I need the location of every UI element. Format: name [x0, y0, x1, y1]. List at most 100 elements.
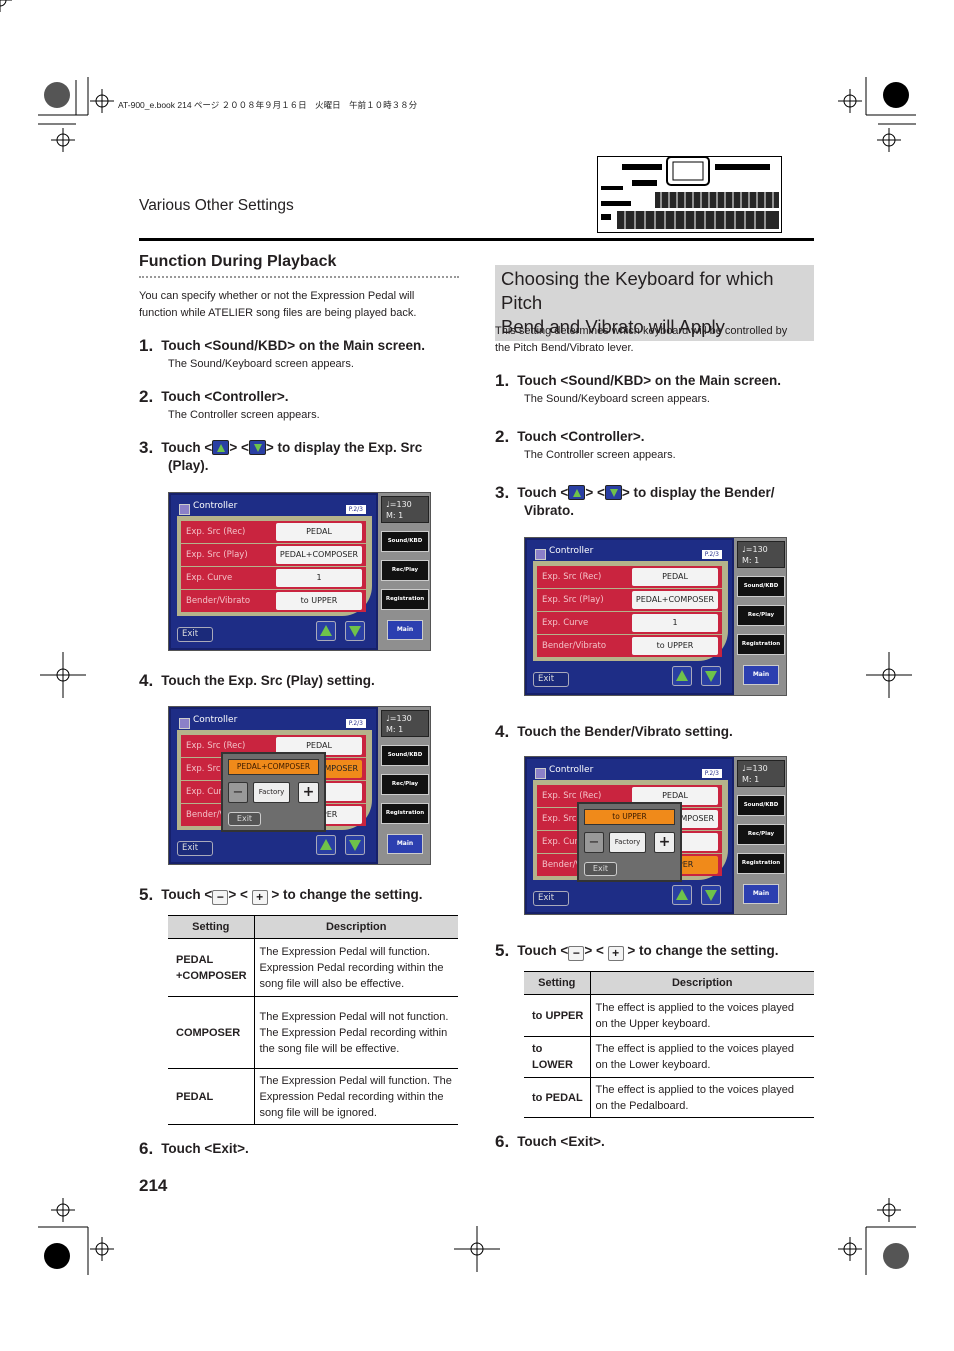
tempo-display: ♩=130 M: 1	[381, 496, 429, 523]
setting-value-button[interactable]: 1	[632, 614, 718, 632]
section-header: Various Other Settings	[139, 197, 294, 214]
step-text: Touch <	[517, 485, 569, 500]
down-arrow-button[interactable]	[345, 835, 365, 855]
rec-play-button[interactable]: Rec/Play	[737, 605, 785, 626]
setting-line: +COMPOSER	[176, 969, 247, 982]
left-step-6: 6. Touch <Exit>.	[139, 1138, 249, 1158]
step-number: 1.	[495, 371, 510, 390]
plus-button[interactable]: +	[654, 832, 675, 853]
exit-button[interactable]: Exit	[533, 672, 569, 687]
left-settings-table: Setting Description PEDAL +COMPOSER The Exp…	[168, 915, 458, 1125]
controller-screen-1: Controller P.2/3 Exp. Src (Rec) PEDAL Exp…	[168, 492, 431, 651]
setting-row[interactable]: Exp. Src (Play) PEDAL+COMPOSER	[537, 589, 722, 611]
sound-kbd-button[interactable]: Sound/KBD	[381, 745, 429, 766]
up-arrow-button[interactable]	[316, 621, 336, 641]
controller-icon	[535, 549, 546, 560]
factory-button[interactable]: Factory	[609, 832, 646, 853]
setting-value-button[interactable]: PEDAL	[276, 523, 362, 541]
sound-kbd-button[interactable]: Sound/KBD	[381, 531, 429, 552]
down-arrow-button[interactable]	[701, 666, 721, 686]
minus-button[interactable]: −	[584, 832, 604, 853]
exit-button[interactable]: Exit	[177, 627, 213, 642]
main-button[interactable]: Main	[387, 834, 423, 854]
setting-cell: to UPPER	[524, 994, 591, 1037]
screen-title-bar: Controller P.2/3	[531, 544, 728, 560]
setting-row[interactable]: Exp. Src (Rec) PEDAL	[181, 521, 366, 543]
measure-value: M: 1	[386, 725, 404, 734]
column-header: Description	[590, 971, 814, 995]
step-text: Touch <Controller>.	[517, 429, 645, 444]
setting-value-button[interactable]: PEDAL+COMPOSER	[276, 546, 362, 564]
setting-cell: PEDAL +COMPOSER	[168, 938, 255, 997]
sound-kbd-button[interactable]: Sound/KBD	[737, 576, 785, 597]
step-text: Touch the Exp. Src (Play) setting.	[161, 673, 375, 688]
page-number: 214	[139, 1176, 168, 1195]
setting-row[interactable]: Bender/Vibrato to UPPER	[181, 590, 366, 612]
minus-button[interactable]: −	[228, 782, 248, 803]
table-row: to PEDAL The effect is applied to the voi…	[524, 1077, 814, 1118]
main-button[interactable]: Main	[743, 665, 779, 685]
setting-row[interactable]: Exp. Src (Rec) PEDAL	[537, 566, 722, 588]
step-number: 5.	[139, 885, 154, 904]
page-indicator: P.2/3	[701, 550, 722, 559]
popup-exit-button[interactable]: Exit	[228, 812, 261, 826]
up-arrow-button[interactable]	[672, 885, 692, 905]
rec-play-button[interactable]: Rec/Play	[381, 560, 429, 581]
setting-row[interactable]: Exp. Curve 1	[537, 612, 722, 634]
main-button[interactable]: Main	[387, 620, 423, 640]
setting-label: Exp. Curve	[542, 618, 589, 628]
step-text: Touch <	[161, 887, 213, 902]
popup-exit-button[interactable]: Exit	[584, 862, 617, 876]
step-text: > <	[585, 485, 605, 500]
minus-icon: −	[212, 890, 229, 905]
step-text: Touch <Controller>.	[161, 389, 289, 404]
step-text: Touch <Sound/KBD> on the Main screen.	[161, 338, 425, 353]
down-arrow-button[interactable]	[345, 621, 365, 641]
left-step-2: 2. Touch <Controller>.	[139, 386, 288, 406]
step-number: 1.	[139, 336, 154, 355]
exit-button[interactable]: Exit	[533, 891, 569, 906]
screen-title: Controller	[193, 715, 238, 725]
table-row: PEDAL The Expression Pedal will function.…	[168, 1068, 458, 1125]
screen-main-area: Controller P.2/3 Exp. Src (Rec) PEDAL Exp…	[525, 757, 734, 914]
rec-play-button[interactable]: Rec/Play	[381, 774, 429, 795]
setting-row[interactable]: Exp. Curve 1	[181, 567, 366, 589]
main-button[interactable]: Main	[743, 884, 779, 904]
setting-value-button[interactable]: 1	[276, 569, 362, 587]
setting-value-button[interactable]: to UPPER	[632, 637, 718, 655]
registration-button[interactable]: Registration	[737, 634, 785, 655]
description-cell: The effect is applied to the voices play…	[590, 1077, 814, 1118]
step-text: > <	[584, 943, 608, 958]
down-arrow-button[interactable]	[701, 885, 721, 905]
down-arrow-icon	[248, 440, 266, 455]
tempo-display: ♩=130 M: 1	[381, 710, 429, 737]
sound-kbd-button[interactable]: Sound/KBD	[737, 795, 785, 816]
registration-button[interactable]: Registration	[737, 853, 785, 874]
screen-title-bar: Controller P.2/3	[175, 499, 372, 515]
step-number: 6.	[139, 1139, 154, 1158]
setting-value-button[interactable]: PEDAL	[632, 568, 718, 586]
registration-button[interactable]: Registration	[381, 589, 429, 610]
table-row: to LOWER The effect is applied to the voi…	[524, 1036, 814, 1078]
setting-row[interactable]: Bender/Vibrato to UPPER	[537, 635, 722, 657]
up-arrow-button[interactable]	[672, 666, 692, 686]
value-edit-popup: PEDAL+COMPOSER − Factory + Exit	[221, 752, 326, 832]
measure-value: M: 1	[742, 556, 760, 565]
controller-screen-2: Controller P.2/3 Exp. Src (Rec) PEDAL Exp…	[168, 706, 431, 865]
up-arrow-button[interactable]	[316, 835, 336, 855]
setting-value-button[interactable]: to UPPER	[276, 592, 362, 610]
step-text: Touch <	[517, 943, 569, 958]
setting-row[interactable]: Exp. Src (Play) PEDAL+COMPOSER	[181, 544, 366, 566]
plus-button[interactable]: +	[298, 782, 319, 803]
right-step-1-result: The Sound/Keyboard screen appears.	[524, 393, 710, 405]
registration-button[interactable]: Registration	[381, 803, 429, 824]
setting-cell: to PEDAL	[524, 1077, 591, 1118]
setting-label: Bender/Vibrato	[186, 596, 251, 606]
popup-value: to UPPER	[584, 809, 675, 825]
value-edit-popup: to UPPER − Factory + Exit	[577, 802, 682, 882]
rec-play-button[interactable]: Rec/Play	[737, 824, 785, 845]
setting-value-button[interactable]: PEDAL+COMPOSER	[632, 591, 718, 609]
measure-value: M: 1	[742, 775, 760, 784]
factory-button[interactable]: Factory	[253, 782, 290, 803]
exit-button[interactable]: Exit	[177, 841, 213, 856]
